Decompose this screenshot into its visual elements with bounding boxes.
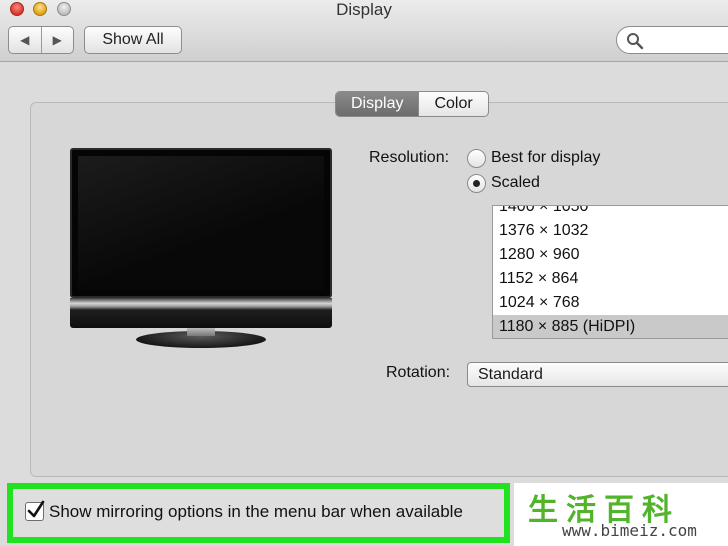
- scaled-label[interactable]: Scaled: [491, 174, 540, 192]
- window-title: Display: [336, 0, 392, 19]
- resolution-label: Resolution:: [369, 149, 450, 166]
- watermark-logo: 生活百科 www.bimeiz.com: [514, 483, 728, 546]
- resolution-list[interactable]: 1400 × 1050 1376 × 1032 1280 × 960 1152 …: [492, 205, 728, 339]
- tab-bar: Display Color: [335, 91, 489, 117]
- best-for-display-radio[interactable]: [467, 149, 486, 168]
- resolution-list-item[interactable]: 1400 × 1050: [493, 206, 728, 219]
- monitor-icon: [70, 148, 332, 348]
- back-arrow-icon: ◀: [20, 33, 30, 47]
- resolution-list-item[interactable]: 1024 × 768: [493, 291, 728, 315]
- monitor-neck: [187, 328, 215, 336]
- mirroring-option-highlight: Show mirroring options in the menu bar w…: [7, 483, 510, 543]
- tab-color[interactable]: Color: [418, 92, 487, 116]
- search-field[interactable]: [616, 26, 728, 54]
- monitor-screen: [70, 148, 332, 298]
- resolution-list-item[interactable]: 1376 × 1032: [493, 219, 728, 243]
- best-for-display-label[interactable]: Best for display: [491, 149, 600, 167]
- resolution-list-item[interactable]: 1152 × 864: [493, 267, 728, 291]
- forward-button[interactable]: ▶: [40, 27, 74, 53]
- forward-arrow-icon: ▶: [52, 33, 62, 47]
- window-toolbar: Display ◀ ▶ Show All: [0, 0, 728, 62]
- rotation-select[interactable]: Standard: [467, 362, 728, 387]
- watermark-url: www.bimeiz.com: [562, 521, 697, 540]
- show-all-button[interactable]: Show All: [84, 26, 182, 54]
- back-forward-group: ◀ ▶: [8, 26, 74, 54]
- tab-display[interactable]: Display: [336, 92, 419, 116]
- search-icon: [627, 33, 644, 50]
- resolution-list-item[interactable]: 1280 × 960: [493, 243, 728, 267]
- checkmark-icon: [27, 500, 45, 518]
- scaled-radio[interactable]: [467, 174, 486, 193]
- mirroring-checkbox[interactable]: [25, 500, 45, 521]
- rotation-label: Rotation:: [386, 364, 451, 381]
- monitor-bezel: [70, 298, 332, 328]
- mirroring-label[interactable]: Show mirroring options in the menu bar w…: [49, 502, 463, 522]
- resolution-list-item-selected[interactable]: 1180 × 885 (HiDPI): [493, 315, 728, 338]
- back-button[interactable]: ◀: [9, 27, 41, 53]
